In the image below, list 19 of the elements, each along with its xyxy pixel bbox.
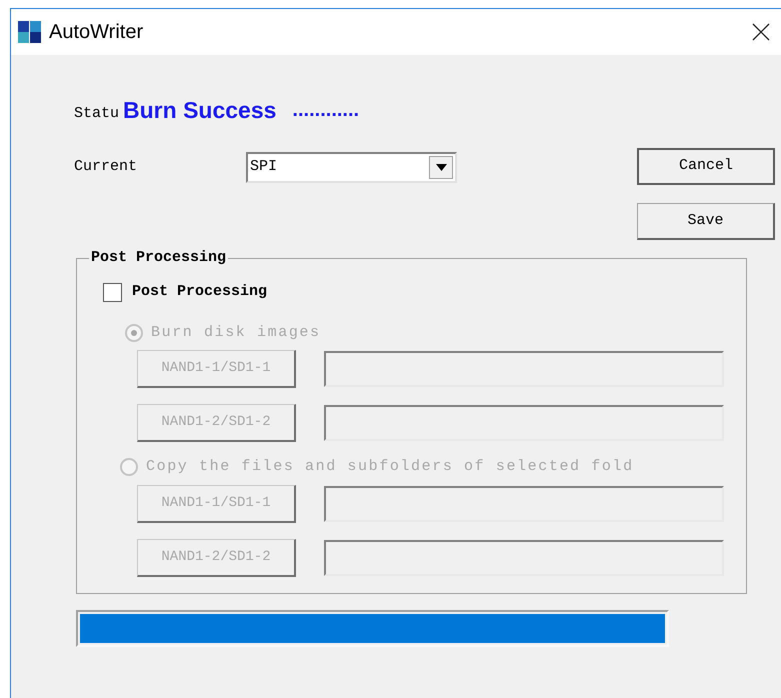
path-field[interactable] [324, 540, 724, 576]
checkbox-label: Post Processing [132, 282, 268, 302]
path-field[interactable] [324, 351, 724, 387]
current-dropdown[interactable]: SPI [246, 152, 457, 182]
close-icon[interactable] [751, 22, 771, 42]
status-value: Burn Success [123, 96, 276, 125]
path-field[interactable] [324, 405, 724, 441]
checkbox[interactable] [103, 282, 122, 302]
radio-label: Copy the files and subfolders of selected fold [146, 457, 634, 477]
save-button[interactable]: Save [637, 203, 775, 240]
status-label: Statu [74, 104, 120, 124]
current-label: Current [74, 156, 138, 177]
caret-icon [436, 164, 446, 170]
cancel-button[interactable]: Cancel [637, 148, 775, 185]
radio-label: Burn disk images [151, 322, 321, 342]
window-title: AutoWriter [49, 20, 144, 45]
dropdown-button[interactable] [429, 156, 453, 178]
status-dots: ............ [292, 98, 360, 123]
path-field[interactable] [324, 486, 724, 522]
